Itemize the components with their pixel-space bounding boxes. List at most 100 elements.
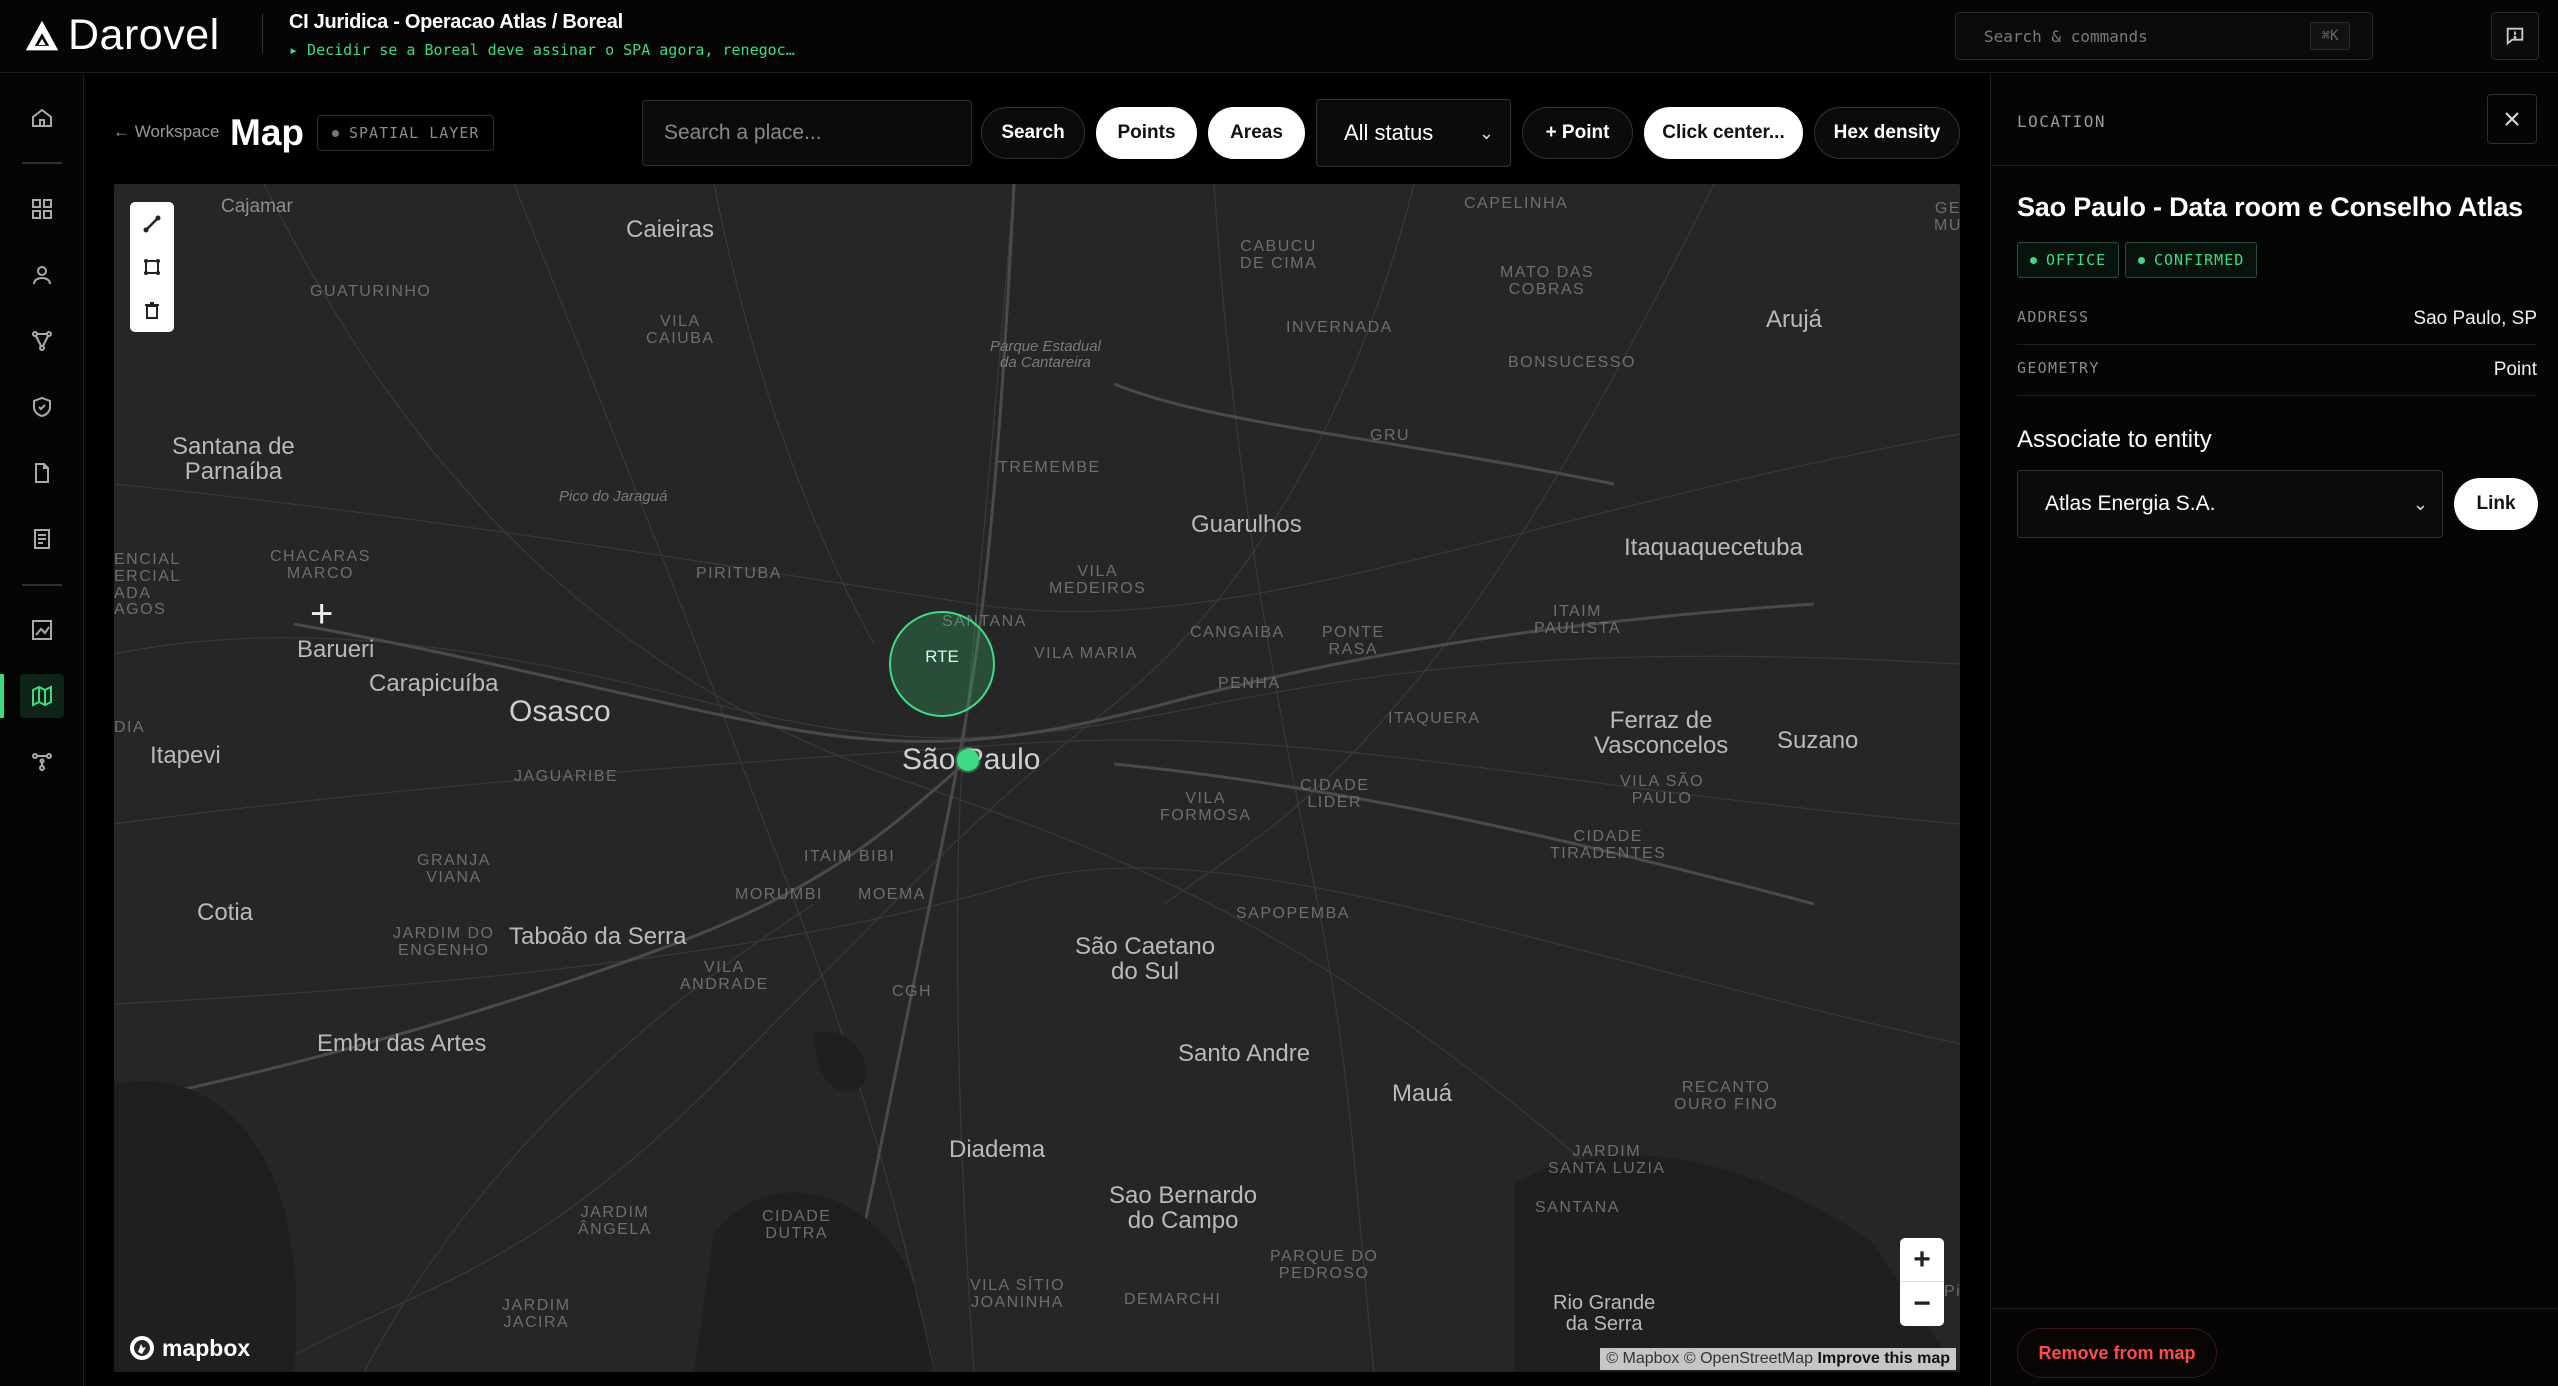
map-label: VILA ANDRADE: [680, 959, 769, 993]
map-label: Itaquaquecetuba: [1624, 534, 1803, 561]
points-toggle-button[interactable]: Points: [1096, 107, 1197, 159]
map-label: Cajamar: [221, 196, 293, 217]
draw-line-icon[interactable]: [142, 214, 162, 234]
place-search-input[interactable]: [642, 100, 972, 166]
spatial-layer-badge: SPATIAL LAYER: [317, 115, 495, 151]
map-label: MORUMBI: [735, 886, 823, 903]
map-label: ITAQUERA: [1388, 710, 1481, 727]
map-label: Pico do Jaraguá: [559, 488, 668, 505]
map-label: CIDADE DUTRA: [762, 1208, 832, 1242]
panel-footer-divider: [1991, 1308, 2558, 1309]
map-label: ENCIAL ERCIAL ADA AGOS: [114, 551, 181, 619]
map-label: São Caetano do Sul: [1075, 933, 1216, 986]
map-label: Itapevi: [150, 742, 221, 769]
status-badge-label: CONFIRMED: [2154, 251, 2245, 269]
geometry-label: GEOMETRY: [2017, 359, 2100, 377]
close-icon: [2505, 112, 2519, 126]
status-filter-select[interactable]: All status ⌄: [1316, 99, 1511, 167]
app-logo[interactable]: Darovel: [24, 14, 220, 57]
add-point-button[interactable]: + Point: [1522, 107, 1633, 159]
command-search-placeholder: Search & commands: [1984, 27, 2148, 46]
map-canvas[interactable]: Cajamar Caieiras GUATURINHO VILA CAIUBA …: [114, 184, 1960, 1372]
mapbox-logo-icon: [130, 1336, 154, 1360]
search-button[interactable]: Search: [981, 107, 1085, 159]
map-label: Sao Bernardo do Campo: [1109, 1182, 1258, 1235]
map-label: GE MU: [1934, 200, 1960, 234]
map-label: CABUCU DE CIMA: [1240, 238, 1318, 272]
map-icon[interactable]: [20, 674, 64, 718]
map-label: Suzano: [1777, 727, 1859, 754]
entity-select-value: Atlas Energia S.A.: [2045, 492, 2216, 515]
map-label: PENHA: [1218, 675, 1281, 692]
status-dot: [2030, 257, 2037, 264]
chevron-down-icon: ⌄: [1478, 123, 1494, 143]
map-label: Mauá: [1392, 1080, 1453, 1107]
chevron-down-icon: ⌄: [2412, 494, 2428, 514]
map-label: CGH: [892, 983, 933, 1000]
command-search[interactable]: Search & commands ⌘K: [1955, 12, 2373, 60]
map-label: SANTANA: [1535, 1199, 1620, 1216]
chart-icon[interactable]: [20, 608, 64, 652]
type-badge: OFFICE: [2017, 242, 2120, 278]
zoom-in-button[interactable]: +: [1900, 1238, 1944, 1282]
map-label: CIDADE TIRADENTES: [1550, 828, 1667, 862]
home-icon[interactable]: [20, 96, 64, 140]
status-dot: [332, 130, 339, 137]
draw-controls: [130, 202, 174, 332]
back-to-workspace-link[interactable]: ← Workspace: [113, 122, 219, 142]
remove-from-map-button[interactable]: Remove from map: [2017, 1328, 2217, 1378]
panel-kicker: LOCATION: [2017, 112, 2107, 131]
map-label: DEMARCHI: [1124, 1291, 1222, 1308]
click-center-button[interactable]: Click center...: [1644, 107, 1803, 159]
area-feature-rte[interactable]: RTE: [889, 611, 995, 717]
report-icon[interactable]: [20, 517, 64, 561]
page-title: Map: [230, 112, 304, 153]
draw-polygon-icon[interactable]: [142, 257, 162, 277]
map-label: MOEMA: [858, 886, 926, 903]
map-label: MATO DAS COBRAS: [1500, 264, 1595, 298]
map-label: GUATURINHO: [310, 283, 432, 300]
map-label: PARQUE DO PEDROSO: [1270, 1248, 1379, 1282]
address-row: ADDRESS Sao Paulo, SP: [2017, 294, 2537, 345]
map-attribution: © Mapbox © OpenStreetMap Improve this ma…: [1600, 1348, 1956, 1370]
map-label: JARDIM SANTA LUZIA: [1548, 1143, 1666, 1177]
map-label: SAPOPEMBA: [1236, 905, 1350, 922]
map-label: INVERNADA: [1286, 319, 1393, 336]
top-bar: Darovel CI Juridica - Operacao Atlas / B…: [0, 0, 2558, 73]
document-icon[interactable]: [20, 451, 64, 495]
map-label: VILA MEDEIROS: [1049, 563, 1147, 597]
panel-header: LOCATION: [1991, 74, 2558, 166]
location-point-marker[interactable]: [957, 749, 979, 771]
status-badge: CONFIRMED: [2125, 242, 2258, 278]
network-icon[interactable]: [20, 740, 64, 784]
trash-icon[interactable]: [142, 300, 162, 320]
location-detail-panel: LOCATION Sao Paulo - Data room e Conselh…: [1990, 74, 2558, 1386]
hex-density-button[interactable]: Hex density: [1814, 107, 1960, 159]
map-label: VILA SÍTIO JOANINHA: [970, 1277, 1066, 1311]
zoom-out-button[interactable]: −: [1900, 1282, 1944, 1326]
shield-icon[interactable]: [20, 385, 64, 429]
map-label: CHACARAS MARCO: [270, 548, 371, 582]
map-label: Diadema: [949, 1136, 1046, 1163]
map-label: PIRITUBA: [696, 565, 782, 582]
shortcut-badge: ⌘K: [2310, 22, 2350, 50]
dashboard-icon[interactable]: [20, 187, 64, 231]
areas-toggle-button[interactable]: Areas: [1208, 107, 1305, 159]
address-value: Sao Paulo, SP: [2413, 308, 2537, 329]
chat-button[interactable]: [2491, 12, 2539, 60]
map-label: Embu das Artes: [317, 1030, 487, 1057]
case-objective[interactable]: ▸ Decidir se a Boreal deve assinar o SPA…: [289, 41, 795, 59]
improve-map-link[interactable]: Improve this map: [1818, 1350, 1950, 1367]
link-entity-button[interactable]: Link: [2454, 478, 2538, 530]
attribution-text[interactable]: © Mapbox © OpenStreetMap: [1606, 1350, 1813, 1367]
mapbox-logo[interactable]: mapbox: [128, 1334, 250, 1362]
case-title[interactable]: CI Juridica - Operacao Atlas / Boreal: [289, 11, 623, 34]
graph-icon[interactable]: [20, 319, 64, 363]
user-icon[interactable]: [20, 253, 64, 297]
darovel-logo-icon: [25, 20, 59, 50]
map-label: VILA CAIUBA: [646, 313, 715, 347]
entity-select[interactable]: Atlas Energia S.A. ⌄: [2017, 470, 2443, 538]
map-label: CAPELINHA: [1464, 195, 1569, 212]
location-title: Sao Paulo - Data room e Conselho Atlas: [2017, 192, 2523, 222]
close-panel-button[interactable]: [2487, 94, 2537, 144]
